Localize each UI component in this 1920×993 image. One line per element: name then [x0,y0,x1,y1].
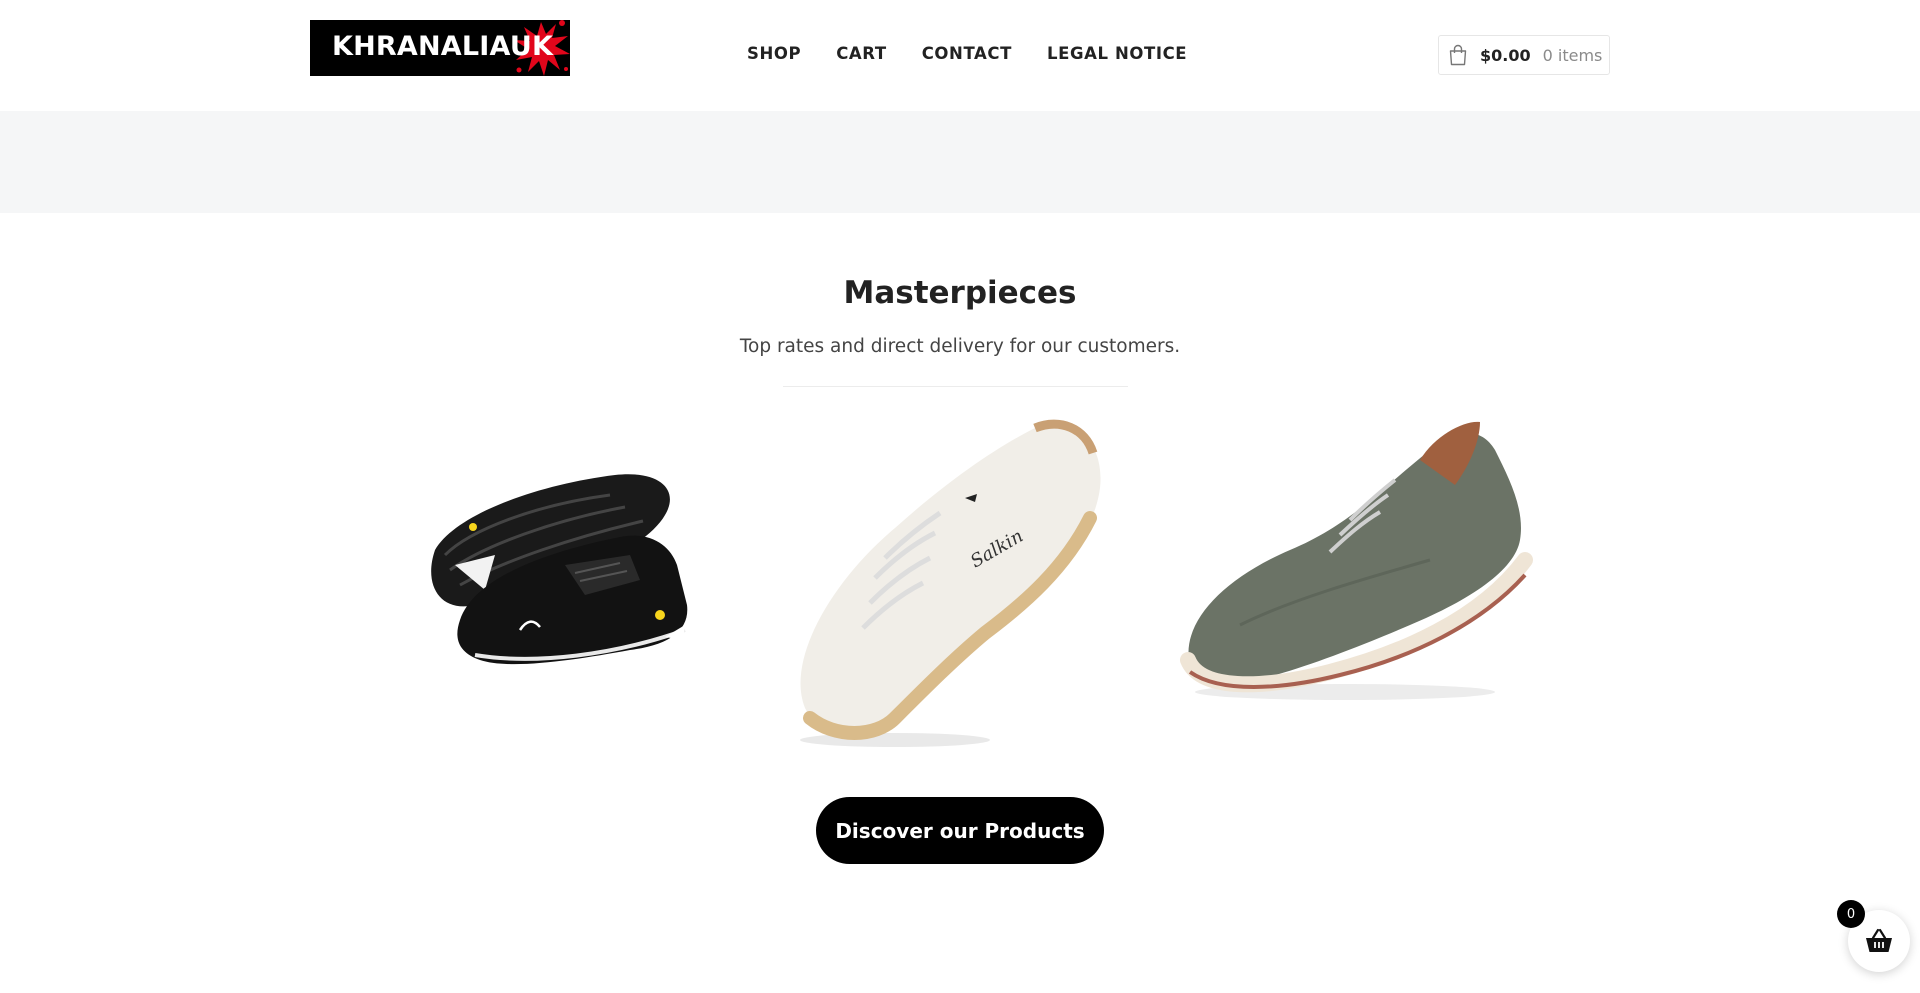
header-cart-button[interactable]: $0.00 0 items [1438,35,1610,75]
hero-banner [0,111,1920,213]
shopping-bag-icon [1449,44,1467,66]
product-image-black-sneaker[interactable] [415,455,715,680]
product-image-grey-shoe[interactable] [1180,410,1535,705]
discover-products-button[interactable]: Discover our Products [816,797,1104,864]
nav-cart[interactable]: CART [836,44,887,63]
nav-contact[interactable]: CONTACT [922,44,1012,63]
logo-text: KHRANALIAUK [332,31,554,62]
floating-cart-badge: 0 [1837,900,1865,928]
product-image-white-shoe[interactable]: Salkin [775,408,1110,748]
main-nav: SHOP CART CONTACT LEGAL NOTICE [747,44,1187,63]
cart-total: $0.00 [1480,45,1531,65]
section-divider [783,386,1128,387]
site-logo[interactable]: KHRANALIAUK [310,20,570,76]
basket-icon [1866,928,1892,952]
nav-shop[interactable]: SHOP [747,44,801,63]
nav-legal-notice[interactable]: LEGAL NOTICE [1047,44,1187,63]
cart-item-count: 0 items [1542,45,1603,65]
site-header: KHRANALIAUK SHOP CART CONTACT LEGAL NOTI… [0,0,1920,110]
section-title: Masterpieces [843,275,1077,311]
section-subtitle: Top rates and direct delivery for our cu… [739,336,1181,357]
